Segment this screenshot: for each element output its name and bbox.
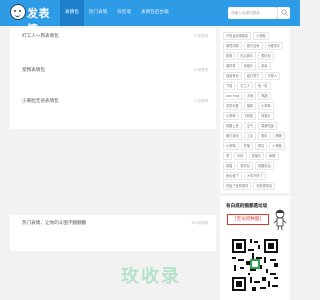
tag-link[interactable]: 我要说话 xyxy=(254,162,274,170)
tag-link[interactable]: 吃饭了没有表情 xyxy=(223,182,252,190)
tag-link[interactable]: 不想人 xyxy=(264,72,281,80)
tag-link[interactable]: 工友 xyxy=(243,132,257,140)
tag-link[interactable]: 我太难了 xyxy=(223,172,242,180)
tag-link[interactable]: 乖 xyxy=(223,152,233,160)
tag-link[interactable]: 表情包 xyxy=(258,52,274,60)
tag-cloud-panel: 不说话也很尴尬 小黄脸 搞怪动物 我又没有 可爱的牛 看看 吃瓜群众 表情包 我好看 熊猫头 亲亲感… xyxy=(220,28,290,193)
promo-title: 有白底的图都是垃圾 xyxy=(226,204,268,209)
album-count: 97张表情 xyxy=(193,68,209,72)
album-title[interactable]: 小黄脸无语表情包 xyxy=(22,98,59,104)
tag-link[interactable]: 表情包 xyxy=(237,162,253,170)
tag-link[interactable]: 小黄鸭 xyxy=(258,102,274,110)
cartoon-figure-icon xyxy=(273,209,287,231)
tag-link[interactable]: 看看 xyxy=(223,52,236,60)
promo-card: 有白底的图都是垃圾 [无论何种题] xyxy=(220,196,290,300)
tag-link[interactable]: 猫咪 xyxy=(243,102,257,110)
tag-link[interactable]: 小黄鸭 xyxy=(223,142,239,150)
tag-link[interactable]: 嘴甜 xyxy=(258,92,271,100)
watermark-text: 玫收录 xyxy=(121,266,181,287)
tag-link[interactable]: 我好看 xyxy=(223,62,239,70)
tag-link[interactable]: 下班啦 xyxy=(240,112,257,120)
tag-link[interactable]: 小黄脸 xyxy=(269,142,285,150)
tag-link[interactable]: 撒打游戏 xyxy=(223,132,242,140)
tag-link[interactable]: 熊猫 xyxy=(223,162,236,170)
tag-link[interactable]: 你好 xyxy=(234,152,247,160)
tag-link[interactable]: 撑住 xyxy=(254,142,268,150)
album-card[interactable]: 热门表情，让你的斗图不翻翻翻 167张表情 xyxy=(10,215,216,251)
nav-item-tag-wall[interactable]: 标签墙 xyxy=(112,0,136,26)
tag-grid: 不说话也很尴尬 小黄脸 搞怪动物 我又没有 可爱的牛 看看 吃瓜群众 表情包 我好看 熊猫头 亲亲感… xyxy=(223,32,287,190)
tag-link[interactable]: 刷屏 xyxy=(266,152,279,160)
album-card[interactable]: 打工人一周表情包 77张表情 xyxy=(10,28,216,64)
tag-link[interactable]: 感谢有你 xyxy=(223,72,242,80)
tag-link[interactable]: 下载 xyxy=(223,82,236,90)
tag-link[interactable]: 嗯嗯 xyxy=(272,132,285,140)
promo-banner: [无论何种题] xyxy=(227,214,269,225)
search-button[interactable] xyxy=(277,7,290,19)
tag-link[interactable]: 熊猫头 xyxy=(248,152,265,160)
tag-link[interactable]: 没有表情包 xyxy=(253,182,276,190)
nav-item-hot[interactable]: 热门表情 xyxy=(84,0,112,26)
tag-link[interactable]: 喂我吃饭 xyxy=(258,122,277,130)
album-title[interactable]: 热门表情，让你的斗图不翻翻翻 xyxy=(22,220,86,226)
nav-item-admin[interactable]: 表情包后台端 xyxy=(136,0,174,26)
tag-link[interactable]: 大事不好了 xyxy=(243,172,266,180)
tag-link[interactable]: sad frog xyxy=(223,92,242,100)
album-count: 77张表情 xyxy=(193,34,209,38)
album-count: 77张表情 xyxy=(193,99,209,103)
main-nav: 表情包 热门表情 标签墙 表情包后台端 xyxy=(60,0,174,26)
tag-link[interactable]: 小黄鸭 xyxy=(223,112,239,120)
nav-item-emoticons[interactable]: 表情包 xyxy=(60,0,84,26)
tag-link[interactable]: 熊猫头 xyxy=(240,62,257,70)
tag-link[interactable]: 吃瓜群众 xyxy=(237,52,257,60)
site-logo[interactable]: 发表情 xyxy=(10,3,58,36)
tag-link[interactable]: 童童可爱 xyxy=(223,102,242,110)
tag-link[interactable]: 熊猫头 xyxy=(258,112,274,120)
album-title[interactable]: 打工人一周表情包 xyxy=(22,33,59,39)
tag-link[interactable]: 不说话也很尴尬 xyxy=(223,32,252,40)
tag-link[interactable]: 我又没有 xyxy=(243,42,263,50)
qr-code-icon xyxy=(230,237,280,293)
search-icon xyxy=(281,9,288,16)
tag-link[interactable]: 生气 xyxy=(243,122,257,130)
tag-link[interactable]: 搞怪动物 xyxy=(223,42,242,50)
logo-face-icon xyxy=(10,4,26,20)
tag-link[interactable]: 哈一哈 xyxy=(254,82,271,90)
header-bar: 发表情 表情包 热门表情 标签墙 表情包后台端 请输入关键词搜索 xyxy=(0,0,300,36)
search-input[interactable]: 请输入关键词搜索 xyxy=(228,7,277,19)
tag-link[interactable]: 表情 xyxy=(258,132,271,140)
album-card[interactable]: 小黄脸无语表情包 77张表情 xyxy=(10,93,216,129)
tag-link[interactable]: 青蛙 xyxy=(244,92,257,100)
tag-link[interactable]: 可爱的牛 xyxy=(264,42,284,50)
tag-link[interactable]: 打工人 xyxy=(237,82,253,90)
tag-link[interactable]: 我要上班 xyxy=(223,122,242,130)
tag-link[interactable]: 小黄脸 xyxy=(253,32,269,40)
album-title[interactable]: 宠物表情包 xyxy=(22,67,45,73)
album-count: 167张表情 xyxy=(191,221,208,225)
tag-link[interactable]: 被打懵了 xyxy=(243,72,263,80)
tag-link[interactable]: 亲亲 xyxy=(258,62,271,70)
tag-link[interactable]: 好猫 xyxy=(240,142,253,150)
